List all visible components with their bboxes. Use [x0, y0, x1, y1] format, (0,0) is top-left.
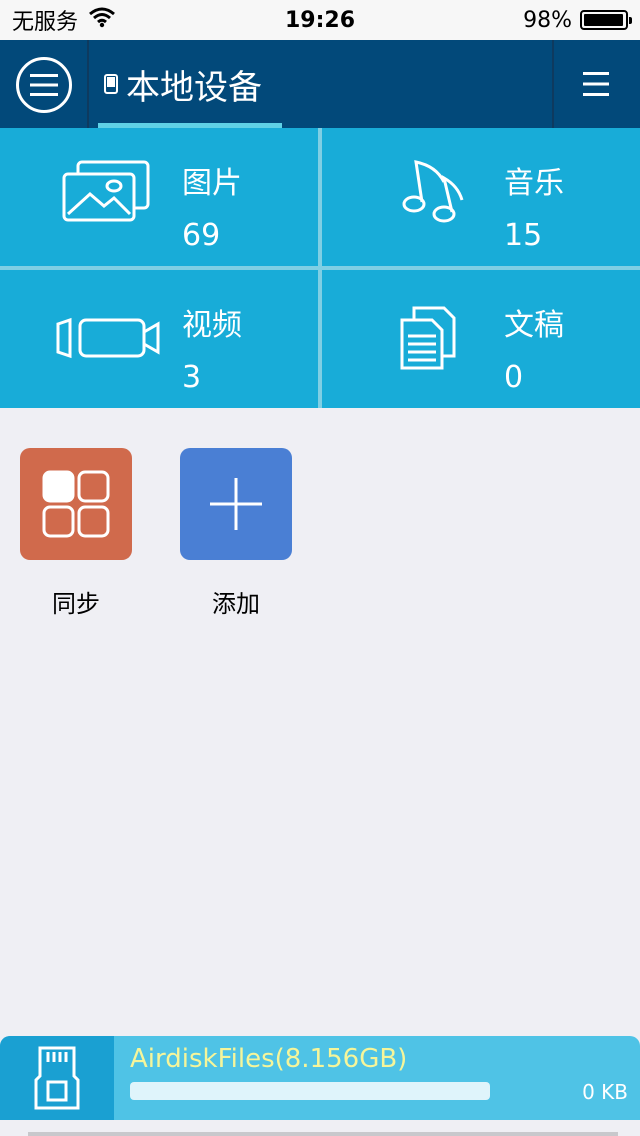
- tab-local-device[interactable]: 本地设备: [98, 40, 282, 128]
- category-tile-pictures[interactable]: 图片 69: [0, 128, 318, 266]
- menu-circle-icon: [30, 74, 58, 96]
- battery-percent: 98%: [523, 7, 572, 33]
- category-tile-music[interactable]: 音乐 15: [322, 128, 640, 266]
- sync-action[interactable]: 同步: [20, 448, 132, 618]
- nav-divider: [87, 40, 89, 128]
- storage-used: 0 KB: [582, 1080, 628, 1104]
- storage-name: AirdiskFiles(8.156GB): [130, 1044, 408, 1074]
- side-menu-button[interactable]: [16, 57, 72, 113]
- nav-bar: 本地设备: [0, 40, 640, 128]
- music-icon: [402, 160, 464, 223]
- plus-icon: [210, 478, 262, 530]
- phone-icon: [104, 74, 118, 94]
- category-count: 69: [182, 218, 221, 253]
- category-grid: 图片 69 音乐 15 视频 3 文稿 0: [0, 128, 640, 408]
- add-action[interactable]: 添加: [180, 448, 292, 618]
- status-right: 98%: [523, 7, 632, 33]
- category-count: 3: [182, 360, 202, 395]
- nav-divider: [552, 40, 554, 128]
- storage-bar[interactable]: AirdiskFiles(8.156GB) 0 KB: [0, 1036, 640, 1120]
- video-icon: [56, 317, 160, 359]
- battery-icon: [580, 10, 632, 30]
- category-tile-documents[interactable]: 文稿 0: [322, 270, 640, 408]
- add-button[interactable]: [180, 448, 292, 560]
- category-title: 音乐: [504, 166, 564, 201]
- storage-icon-wrap: [0, 1036, 114, 1120]
- category-title: 图片: [182, 166, 242, 201]
- list-menu-icon: [583, 72, 609, 96]
- category-tile-video[interactable]: 视频 3: [0, 270, 318, 408]
- airdisk-home-screen: 无服务 19:26 98% 本地设备 图片 69 音乐 15 视频 3 文稿 0…: [0, 0, 640, 1136]
- wifi-icon: [88, 6, 116, 34]
- carrier-label: 无服务: [12, 10, 79, 35]
- category-count: 0: [504, 360, 524, 395]
- category-count: 15: [504, 218, 543, 253]
- picture-icon: [62, 160, 150, 222]
- sync-grid-icon: [42, 470, 110, 538]
- category-title: 文稿: [504, 308, 564, 343]
- battery-fill: [584, 14, 624, 26]
- status-bar: 无服务 19:26 98%: [0, 0, 640, 40]
- sync-label: 同步: [52, 590, 100, 618]
- add-label: 添加: [212, 590, 260, 618]
- list-menu-button[interactable]: [566, 64, 626, 104]
- document-icon: [400, 306, 456, 370]
- device-label: 本地设备: [126, 67, 262, 108]
- status-left: 无服务: [12, 4, 116, 36]
- category-title: 视频: [182, 308, 242, 343]
- storage-progress-track: [130, 1082, 490, 1100]
- bottom-strip: [28, 1132, 618, 1136]
- sync-button[interactable]: [20, 448, 132, 560]
- sd-card-icon: [34, 1046, 80, 1110]
